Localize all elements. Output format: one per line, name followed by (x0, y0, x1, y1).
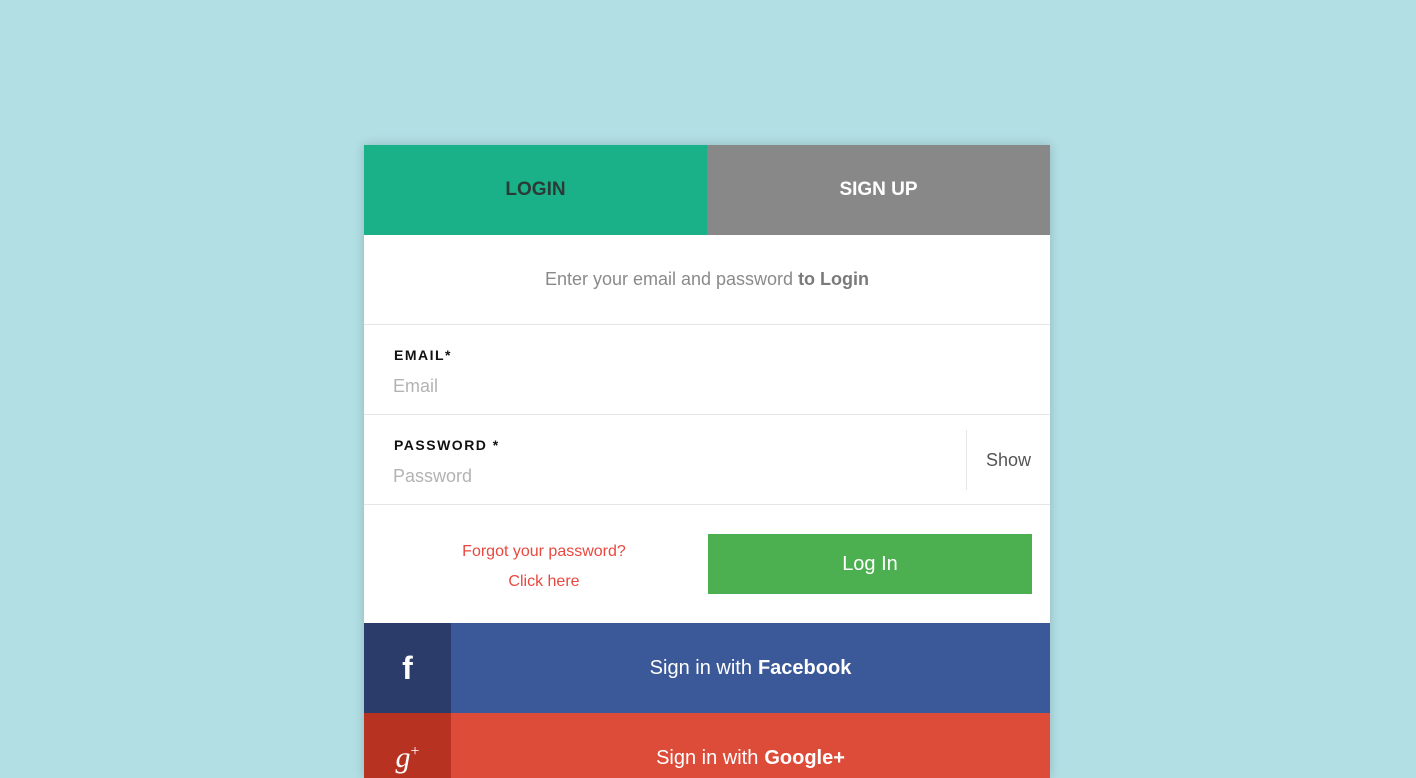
password-label: PASSWORD * (394, 437, 500, 453)
google-plus-icon-letter: g (395, 741, 411, 774)
email-label: EMAIL* (394, 347, 452, 363)
forgot-password-click-here[interactable]: Click here (434, 567, 654, 597)
password-input[interactable] (393, 463, 933, 489)
instructions-bold-text: to Login (798, 269, 870, 289)
google-plus-icon-box: g+ (364, 713, 451, 778)
google-signin-prefix: Sign in with (656, 746, 759, 769)
email-field-group: EMAIL* (364, 325, 1050, 415)
forgot-password-link[interactable]: Forgot your password? Click here (434, 537, 654, 597)
google-signin-name: Google+ (764, 746, 845, 769)
facebook-icon: f (402, 649, 413, 686)
login-card: LOGIN SIGN UP Enter your email and passw… (364, 145, 1050, 778)
tab-login[interactable]: LOGIN (364, 145, 707, 235)
facebook-signin-name: Facebook (757, 656, 852, 679)
tab-signup[interactable]: SIGN UP (707, 145, 1050, 235)
login-actions: Forgot your password? Click here Log In (364, 505, 1050, 623)
facebook-icon-box: f (364, 623, 451, 713)
google-signin-button[interactable]: g+ Sign in with Google+ (364, 713, 1050, 778)
facebook-signin-label: Sign in with Facebook (451, 623, 1050, 713)
google-plus-icon: g+ (395, 741, 419, 775)
facebook-signin-prefix: Sign in with (649, 656, 752, 679)
forgot-password-text[interactable]: Forgot your password? (434, 537, 654, 567)
login-instructions: Enter your email and password to Login (364, 235, 1050, 325)
auth-tabs: LOGIN SIGN UP (364, 145, 1050, 235)
instructions-text: Enter your email and password (544, 269, 794, 289)
google-signin-label: Sign in with Google+ (451, 713, 1050, 778)
email-input[interactable] (393, 373, 933, 399)
password-field-group: PASSWORD * Show (364, 415, 1050, 505)
google-plus-icon-plus: + (410, 743, 420, 760)
facebook-signin-button[interactable]: f Sign in with Facebook (364, 623, 1050, 713)
show-password-toggle[interactable]: Show (966, 430, 1050, 490)
login-button[interactable]: Log In (708, 534, 1032, 594)
